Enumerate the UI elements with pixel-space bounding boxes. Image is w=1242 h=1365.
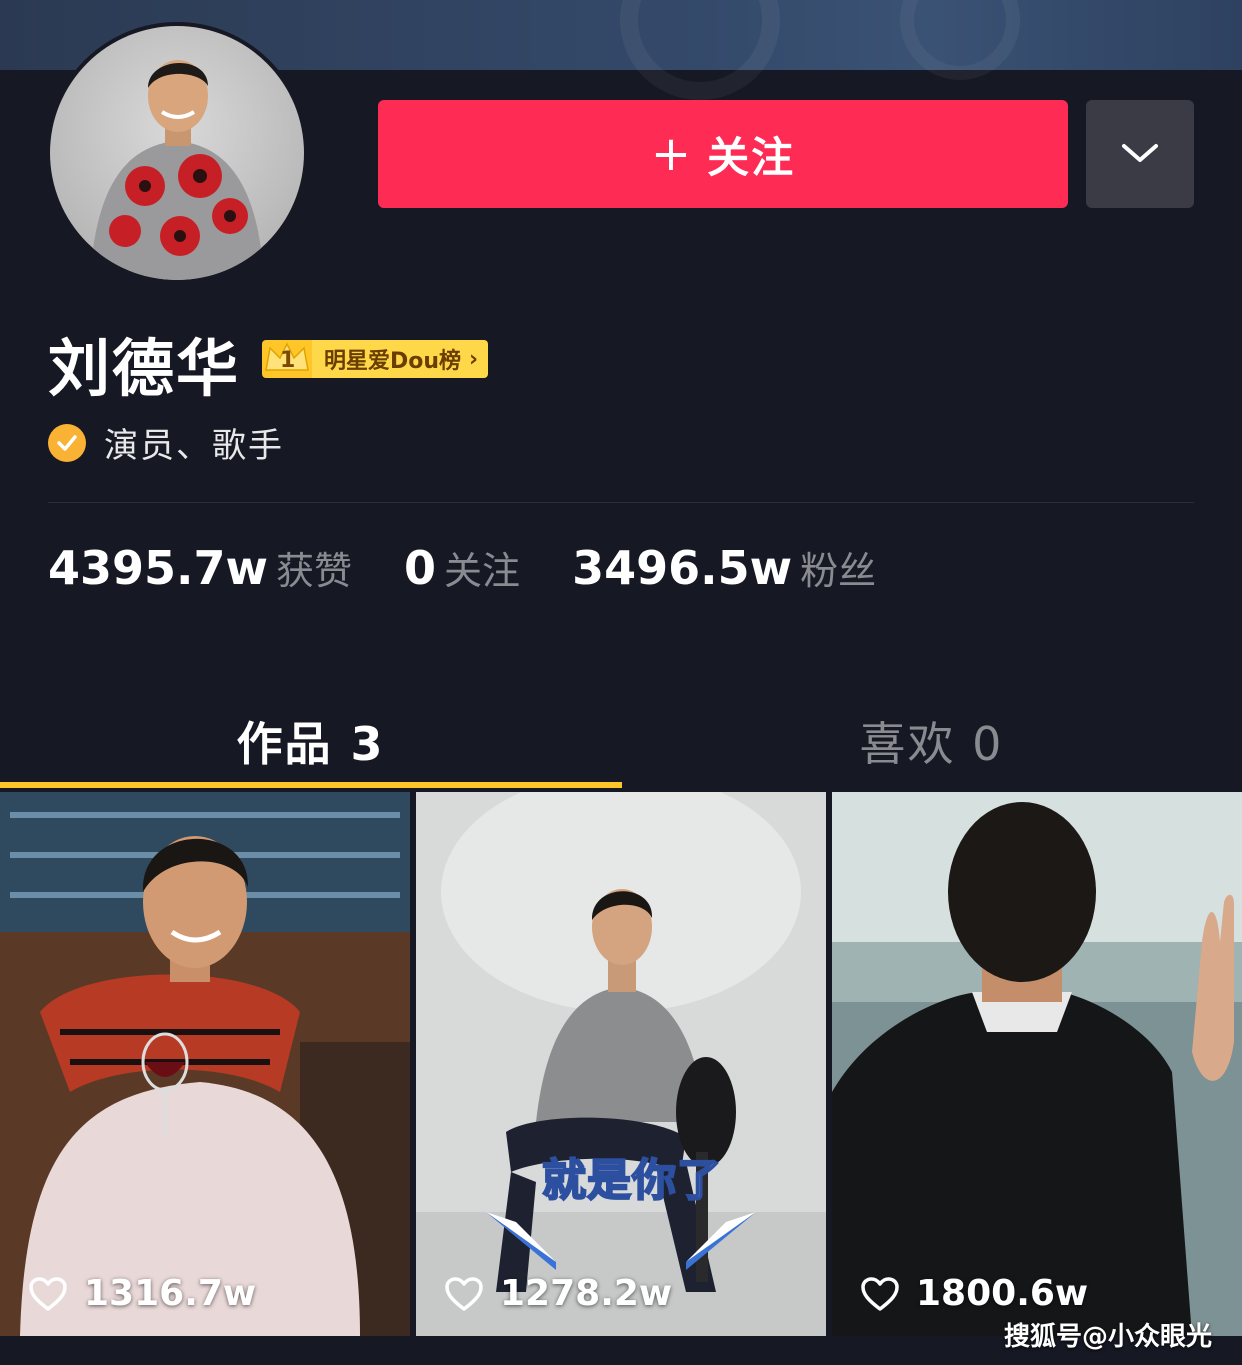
verification-text: 演员、歌手 [104, 426, 284, 466]
plus-icon: + [650, 126, 694, 182]
check-circle-icon [48, 423, 86, 462]
rank-label: 明星爱Dou榜 [324, 349, 462, 374]
like-count-text: 1800.6w [916, 1273, 1089, 1314]
avatar[interactable] [46, 22, 308, 284]
video-thumbnail-3[interactable]: 1800.6w [832, 792, 1242, 1336]
crown-icon: 1 [262, 340, 312, 378]
rank-badge[interactable]: 1 明星爱Dou榜 › [262, 340, 489, 378]
stats-row: 4395.7w 获赞 0 关注 3496.5w 粉丝 [48, 540, 928, 595]
chevron-right-icon: › [469, 346, 479, 372]
tab-likes[interactable]: 喜欢 0 [621, 696, 1242, 786]
stat-likes[interactable]: 4395.7w 获赞 [48, 540, 352, 595]
video-caption: 就是你了 [541, 1154, 722, 1207]
like-count-text: 1316.7w [84, 1273, 257, 1314]
rank-number: 1 [280, 348, 296, 373]
video-thumbnail-image [416, 792, 826, 1336]
tab-works[interactable]: 作品 3 [0, 696, 621, 786]
like-count-text: 1278.2w [500, 1273, 673, 1314]
video-thumbnail-image [832, 792, 1242, 1336]
stat-value: 3496.5w [572, 541, 793, 595]
heart-outline-icon [861, 1276, 899, 1311]
video-thumbnail-image [0, 792, 410, 1336]
video-grid: 1316.7w 就是你了 1278.2w 1800.6w [0, 792, 1242, 1336]
heart-outline-icon [445, 1276, 483, 1311]
stat-following[interactable]: 0 关注 [404, 540, 520, 595]
chevron-down-icon [1122, 144, 1158, 162]
stat-label: 获赞 [276, 549, 353, 593]
video-like-count: 1800.6w [860, 1273, 1088, 1314]
follow-button-label: 关注 [707, 132, 796, 182]
video-like-count: 1316.7w [28, 1273, 256, 1314]
profile-page: + 关注 刘德华 1 明星爱Dou榜 › 演员、歌手 4395.7w 获赞 0 … [0, 0, 1242, 1365]
stat-value: 4395.7w [48, 541, 269, 595]
video-like-count: 1278.2w [444, 1273, 672, 1314]
stat-label: 粉丝 [800, 549, 877, 593]
more-options-button[interactable] [1086, 100, 1194, 208]
stat-label: 关注 [444, 549, 521, 593]
follow-button[interactable]: + 关注 [378, 100, 1068, 208]
stat-followers[interactable]: 3496.5w 粉丝 [572, 540, 876, 595]
divider [48, 502, 1194, 503]
stat-value: 0 [404, 541, 437, 595]
tab-active-indicator [0, 782, 622, 788]
profile-name: 刘德华 [48, 332, 241, 405]
heart-outline-icon [29, 1276, 67, 1311]
video-thumbnail-2[interactable]: 就是你了 1278.2w [416, 792, 826, 1336]
verification-row: 演员、歌手 [48, 418, 284, 467]
video-thumbnail-1[interactable]: 1316.7w [0, 792, 410, 1336]
avatar-photo [90, 60, 264, 280]
watermark: 搜狐号@小众眼光 [1003, 1322, 1212, 1352]
